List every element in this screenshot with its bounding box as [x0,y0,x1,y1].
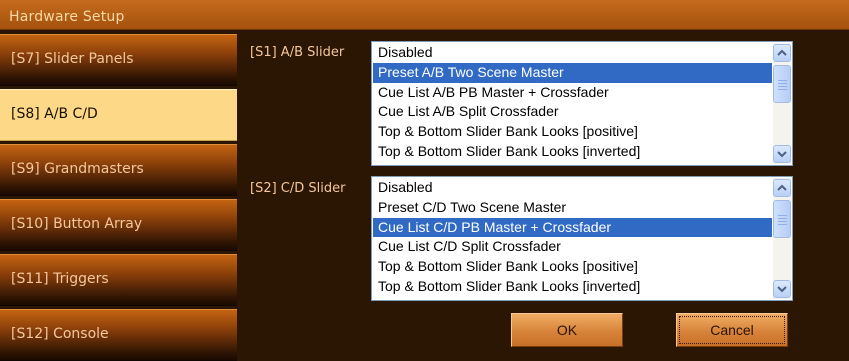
list-item[interactable]: Top & Bottom Slider Bank Looks [positive… [373,122,772,142]
cancel-button[interactable]: Cancel [676,313,788,347]
ab-slider-label: [S1] A/B Slider [250,45,345,60]
list-item[interactable]: Disabled [373,43,772,63]
list-item[interactable]: Top & Bottom Slider Bank Looks [inverted… [373,142,772,162]
scroll-thumb[interactable] [773,200,791,238]
sidebar-item-button-array[interactable]: [S10] Button Array [0,199,237,251]
sidebar-item-grandmasters[interactable]: [S9] Grandmasters [0,144,237,196]
window-title: Hardware Setup [9,9,125,25]
sidebar-item-label: [S9] Grandmasters [11,161,144,177]
list-item[interactable]: Top & Bottom Slider Bank Looks [positive… [373,257,772,277]
list-item-selected[interactable]: Cue List C/D PB Master + Crossfader [373,217,772,238]
scroll-thumb[interactable] [773,65,791,103]
cd-slider-label: [S2] C/D Slider [250,181,346,196]
scroll-down-icon[interactable] [773,145,791,163]
scroll-up-icon[interactable] [773,44,791,62]
sidebar-item-label: [S12] Console [11,326,109,342]
sidebar-item-console[interactable]: [S12] Console [0,309,237,361]
list-item[interactable]: Top & Bottom Slider Bank Looks [inverted… [373,277,772,297]
ab-scrollbar[interactable] [773,43,791,164]
sidebar-item-label: [S8] A/B C/D [11,106,98,122]
ok-button[interactable]: OK [511,313,623,347]
list-item-selected[interactable]: Preset A/B Two Scene Master [373,62,772,83]
sidebar-item-label: [S7] Slider Panels [11,51,134,67]
list-item[interactable]: Disabled [373,178,772,198]
sidebar-item-label: [S11] Triggers [11,271,109,287]
sidebar-item-slider-panels[interactable]: [S7] Slider Panels [0,34,237,86]
sidebar-item-ab-cd[interactable]: [S8] A/B C/D [0,89,237,141]
ab-slider-listbox[interactable]: Disabled Preset A/B Two Scene Master Cue… [371,41,793,166]
list-item[interactable]: Cue List A/B Split Crossfader [373,102,772,122]
scroll-up-icon[interactable] [773,179,791,197]
title-bar: Hardware Setup [0,0,849,30]
cd-scrollbar[interactable] [773,178,791,299]
list-item[interactable]: Preset C/D Two Scene Master [373,198,772,218]
cd-slider-listbox[interactable]: Disabled Preset C/D Two Scene Master Cue… [371,176,793,301]
list-item[interactable]: Cue List C/D Split Crossfader [373,237,772,257]
sidebar-item-triggers[interactable]: [S11] Triggers [0,254,237,306]
scroll-down-icon[interactable] [773,280,791,298]
sidebar-item-label: [S10] Button Array [11,216,143,232]
sidebar: [S7] Slider Panels [S8] A/B C/D [S9] Gra… [0,33,240,361]
list-item[interactable]: Cue List A/B PB Master + Crossfader [373,83,772,103]
